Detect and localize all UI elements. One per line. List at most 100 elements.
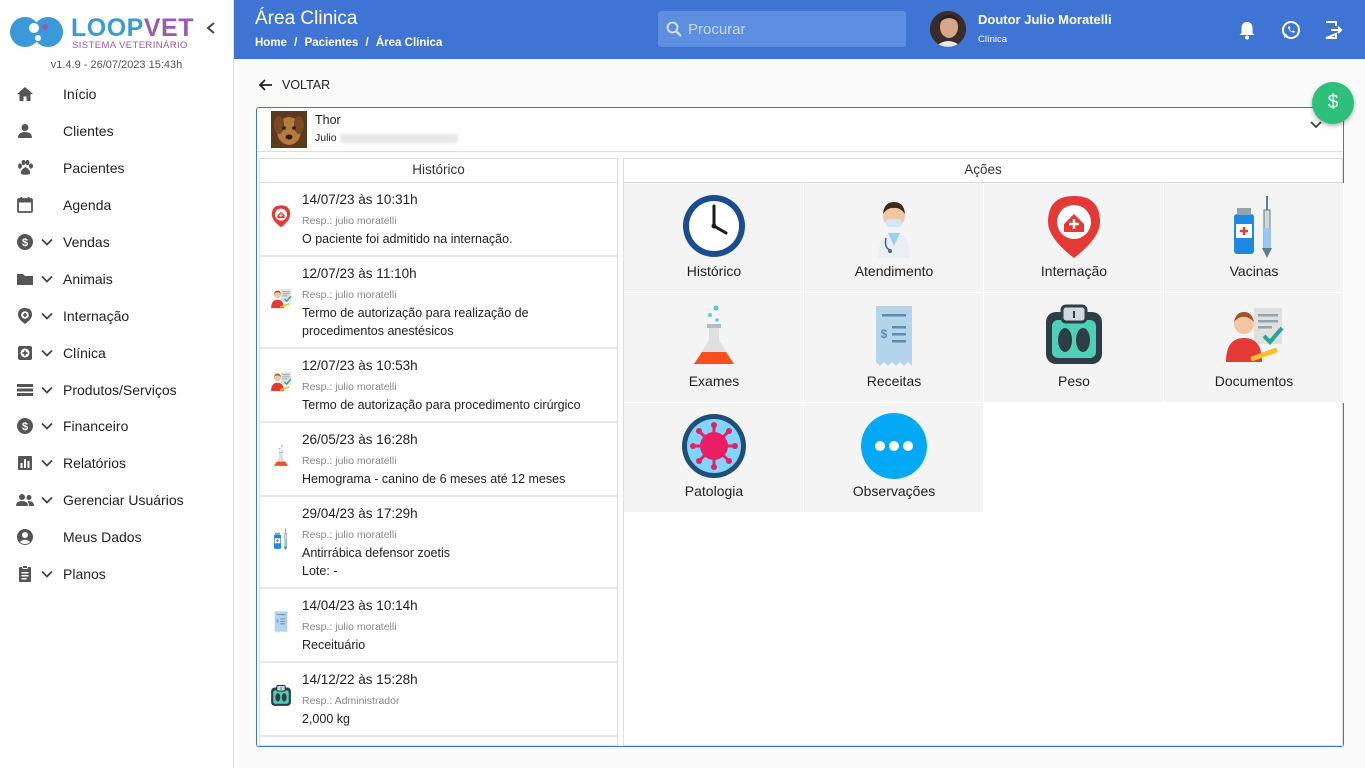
calendar-icon	[15, 195, 35, 215]
bell-icon[interactable]	[1236, 19, 1258, 41]
group-icon	[15, 490, 35, 510]
whatsapp-icon[interactable]	[1280, 19, 1302, 41]
receipt-icon: $	[860, 302, 928, 370]
chevron-left-icon	[206, 22, 215, 34]
finance-fab-button[interactable]: $	[1312, 82, 1354, 124]
sidebar-item-label: Financeiro	[63, 418, 129, 435]
logout-icon[interactable]	[1322, 19, 1344, 41]
clock-icon	[680, 192, 748, 260]
history-description: Antirrábica defensor zoetis	[302, 546, 450, 560]
action-receitas[interactable]: $ Receitas	[804, 293, 984, 403]
history-responsible: Resp.: julio moratelli	[302, 621, 397, 633]
action-peso[interactable]: Peso	[984, 293, 1164, 403]
chevron-down-icon[interactable]	[1309, 120, 1323, 130]
clinic-panel: Thor Julio Histórico 14/07/23 às 10:31h R…	[256, 107, 1344, 747]
arrow-left-icon	[259, 79, 272, 91]
receipt-icon: $	[269, 610, 293, 634]
sidebar-item-clientes[interactable]: Clientes	[0, 113, 233, 150]
action-historico[interactable]: Histórico	[624, 183, 804, 293]
sidebar-item-gerenciar-usuarios[interactable]: Gerenciar Usuários	[0, 482, 233, 519]
search-input[interactable]	[688, 11, 898, 47]
collapse-sidebar-button[interactable]	[203, 20, 219, 40]
sidebar-item-label: Clínica	[63, 344, 106, 361]
owner-name-redacted	[339, 133, 458, 143]
sidebar-nav: Início Clientes Pacientes Agenda $ Vendas Anim…	[0, 76, 233, 592]
sidebar-item-relatorios[interactable]: Relatórios	[0, 445, 233, 482]
sidebar-item-label: Agenda	[63, 197, 112, 214]
history-item[interactable]: 12/07/23 às 11:10h Resp.: julio moratelli…	[260, 257, 617, 349]
history-date: 12/07/23 às 11:10h	[302, 266, 417, 281]
chevron-down-icon[interactable]	[40, 235, 54, 249]
sidebar-item-produtos-servicos[interactable]: Produtos/Serviços	[0, 371, 233, 408]
history-description: Termo de autorização para realização de …	[302, 306, 529, 338]
action-exames[interactable]: Exames	[624, 293, 804, 403]
history-date: 14/07/23 às 10:31h	[302, 192, 418, 207]
sidebar-item-agenda[interactable]: Agenda	[0, 187, 233, 224]
sidebar-item-financeiro[interactable]: $ Financeiro	[0, 408, 233, 445]
history-description: Hemograma - canino de 6 meses até 12 mes…	[302, 472, 566, 486]
history-item[interactable]: 12/07/23 às 10:53h Resp.: julio moratelli…	[260, 349, 617, 423]
history-item[interactable]: 29/04/23 às 17:29h Resp.: julio moratelli…	[260, 497, 617, 589]
scale-icon	[1040, 302, 1108, 370]
breadcrumb-current: Área Clínica	[375, 37, 443, 49]
search-icon	[666, 21, 682, 37]
chevron-down-icon[interactable]	[40, 309, 54, 323]
action-patologia[interactable]: Patologia	[624, 403, 804, 513]
history-date: 14/04/23 às 10:14h	[302, 598, 418, 613]
sidebar-item-meus-dados[interactable]: Meus Dados	[0, 519, 233, 556]
sidebar-item-label: Pacientes	[63, 160, 125, 177]
chevron-down-icon[interactable]	[40, 272, 54, 286]
sidebar-item-pacientes[interactable]: Pacientes	[0, 150, 233, 187]
sidebar-item-label: Relatórios	[63, 455, 127, 472]
history-panel: Histórico 14/07/23 às 10:31h Resp.: julio…	[259, 158, 618, 746]
paw-icon	[15, 158, 35, 178]
history-item[interactable]: 14/07/23 às 10:31h Resp.: julio moratelli…	[260, 183, 617, 257]
vaccine-icon	[1220, 192, 1288, 260]
action-internacao[interactable]: Internação	[984, 183, 1164, 293]
action-atendimento[interactable]: Atendimento	[804, 183, 984, 293]
sidebar-item-label: Internação	[63, 307, 130, 324]
action-documentos[interactable]: Documentos	[1164, 293, 1344, 403]
chevron-down-icon[interactable]	[40, 493, 54, 507]
scale-icon	[269, 684, 293, 708]
history-responsible: Resp.: julio moratelli	[302, 381, 397, 393]
user-avatar[interactable]	[930, 11, 966, 47]
sidebar-item-planos[interactable]: Planos	[0, 556, 233, 593]
folder-icon	[15, 269, 35, 289]
chevron-down-icon[interactable]	[40, 346, 54, 360]
sidebar: LOOPVET SISTEMA VETERINÁRIO v1.4.9 - 26/…	[0, 0, 234, 768]
history-responsible: Resp.: julio moratelli	[302, 215, 397, 227]
history-date: 12/07/23 às 10:53h	[302, 358, 418, 373]
breadcrumb-patients[interactable]: Pacientes	[305, 37, 359, 49]
dollar-icon: $	[15, 416, 35, 436]
sidebar-item-clinica[interactable]: Clínica	[0, 334, 233, 371]
action-observacoes[interactable]: Observações	[804, 403, 984, 513]
owner-first-name: Julio	[315, 132, 337, 144]
breadcrumb-home[interactable]: Home	[255, 37, 287, 49]
history-description: 2,000 kg	[302, 712, 350, 726]
top-bar: Área Clinica Home / Pacientes / Área Clí…	[234, 0, 1365, 59]
history-description: Termo de autorização para procedimento c…	[302, 398, 581, 412]
chevron-down-icon[interactable]	[40, 567, 54, 581]
history-item[interactable]: 14/12/22 às 15:28h Resp.: Administrador 2,…	[260, 663, 617, 737]
user-name: Doutor Julio Moratelli	[978, 12, 1112, 27]
back-button[interactable]: VOLTAR	[259, 78, 330, 92]
history-item[interactable]: $14/04/23 às 10:14h Resp.: julio moratell…	[260, 589, 617, 663]
list-icon	[15, 380, 35, 400]
action-vacinas[interactable]: Vacinas	[1164, 183, 1344, 293]
chevron-down-icon[interactable]	[40, 419, 54, 433]
actions-panel: Ações Histórico Atendimento Internação Vaci…	[623, 158, 1344, 746]
doctor-icon	[860, 192, 928, 260]
breadcrumb-separator: /	[365, 37, 369, 49]
sidebar-item-animais[interactable]: Animais	[0, 260, 233, 297]
action-label: Vacinas	[1229, 263, 1279, 279]
sidebar-item-inicio[interactable]: Início	[0, 76, 233, 113]
chevron-down-icon[interactable]	[40, 456, 54, 470]
sidebar-item-internacao[interactable]: Internação	[0, 297, 233, 334]
history-item[interactable]: 26/05/23 às 16:28h Resp.: julio moratelli…	[260, 423, 617, 497]
pet-selector[interactable]: Thor Julio	[257, 108, 1343, 152]
sidebar-item-vendas[interactable]: $ Vendas	[0, 224, 233, 261]
chevron-down-icon[interactable]	[40, 383, 54, 397]
back-label: VOLTAR	[282, 78, 331, 92]
flask-icon	[680, 302, 748, 370]
